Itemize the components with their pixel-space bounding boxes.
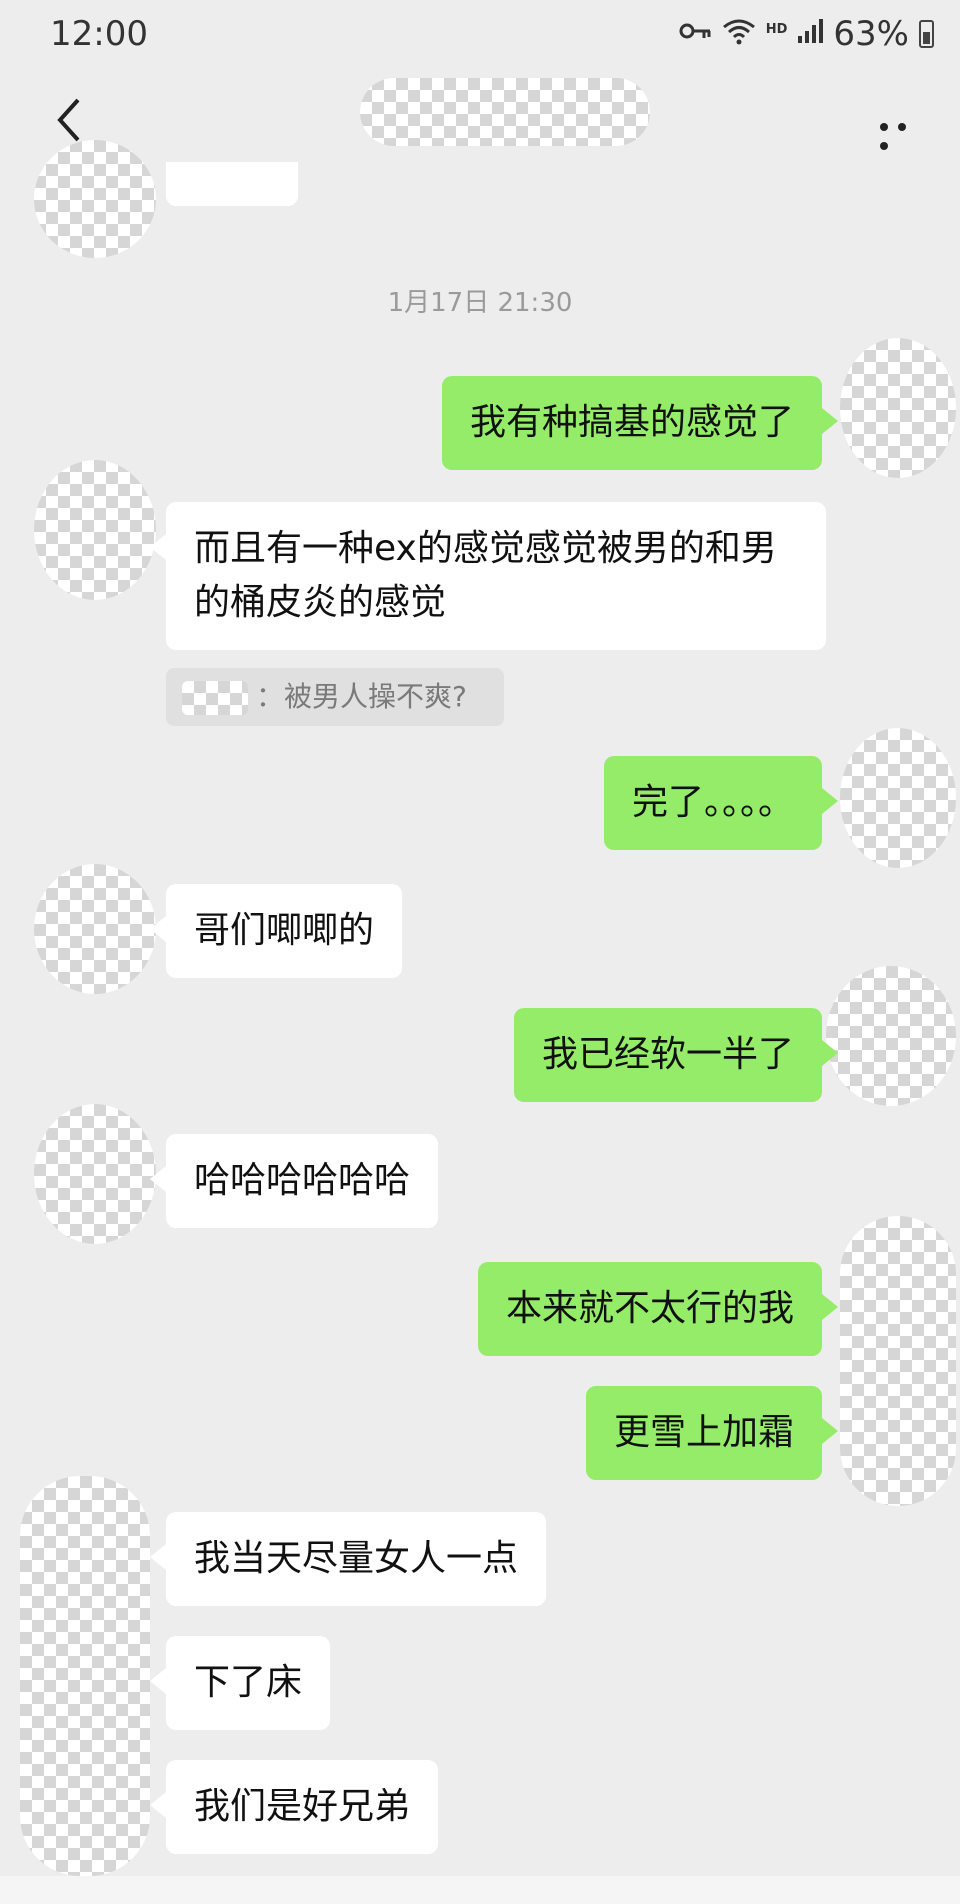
message-text: 下了床: [194, 1662, 303, 1703]
battery-icon: [919, 20, 934, 48]
battery-percent: 63%: [833, 14, 909, 54]
back-arrow-icon[interactable]: [52, 96, 88, 144]
avatar[interactable]: [826, 966, 956, 1106]
message-text: 我当天尽量女人一点: [194, 1538, 519, 1579]
avatar[interactable]: [34, 140, 156, 258]
message-text: 我有种搞基的感觉了: [469, 402, 794, 443]
message-text: 本来就不太行的我: [505, 1288, 794, 1329]
message-bubble[interactable]: 下了床: [149, 1636, 331, 1730]
message-text: 我已经软一半了: [541, 1034, 794, 1075]
hd-label: HD: [765, 21, 788, 37]
quoted-sender-redacted: [182, 681, 248, 715]
message-bubble[interactable]: 本来就不太行的我: [477, 1262, 839, 1356]
message-bubble[interactable]: 我已经软一半了: [513, 1008, 839, 1102]
quoted-text: ：被男人操不爽?: [256, 680, 467, 713]
message-bubble[interactable]: 我有种搞基的感觉了: [441, 376, 839, 470]
avatar[interactable]: [34, 864, 156, 994]
message-bubble[interactable]: 而且有一种ex的感觉感觉被男的和男的桶皮炎的感觉: [150, 502, 826, 650]
avatar[interactable]: [840, 728, 956, 868]
status-time: 12:00: [50, 14, 148, 54]
message-bubble[interactable]: 哈哈哈哈哈哈: [149, 1134, 439, 1228]
message-text: 哥们唧唧的: [194, 910, 375, 951]
message-bubble[interactable]: 我们是好兄弟: [149, 1760, 439, 1854]
message-bubble[interactable]: 更雪上加霜: [585, 1386, 839, 1480]
message-text: 我们是好兄弟: [194, 1786, 411, 1827]
more-options-icon[interactable]: [880, 116, 930, 150]
chat-title-redacted: [360, 78, 650, 146]
avatar[interactable]: [34, 460, 156, 600]
message-bubble[interactable]: 哥们唧唧的: [149, 884, 403, 978]
message-bubble[interactable]: 我当天尽量女人一点: [149, 1512, 547, 1606]
wifi-icon: [722, 17, 756, 52]
message-text: 而且有一种ex的感觉感觉被男的和男的桶皮炎的感觉: [194, 528, 777, 623]
message-timestamp: 1月17日 21:30: [387, 288, 573, 318]
avatar[interactable]: [34, 1104, 156, 1244]
status-icons: HD 63%: [678, 14, 934, 54]
avatar[interactable]: [840, 338, 956, 478]
key-icon: [678, 19, 712, 49]
status-bar: 12:00 HD 63%: [0, 0, 960, 72]
signal-icon: [797, 18, 824, 51]
bottom-edge: [0, 1876, 960, 1904]
avatar[interactable]: [20, 1476, 150, 1876]
message-text: 哈哈哈哈哈哈: [194, 1160, 411, 1201]
message-text: 完了。。。。: [631, 782, 794, 823]
message-bubble-cut: [166, 162, 298, 206]
message-text: 更雪上加霜: [613, 1412, 794, 1453]
quoted-message[interactable]: ：被男人操不爽?: [166, 668, 504, 726]
message-bubble[interactable]: 完了。。。。: [603, 756, 839, 850]
avatar[interactable]: [840, 1216, 956, 1506]
